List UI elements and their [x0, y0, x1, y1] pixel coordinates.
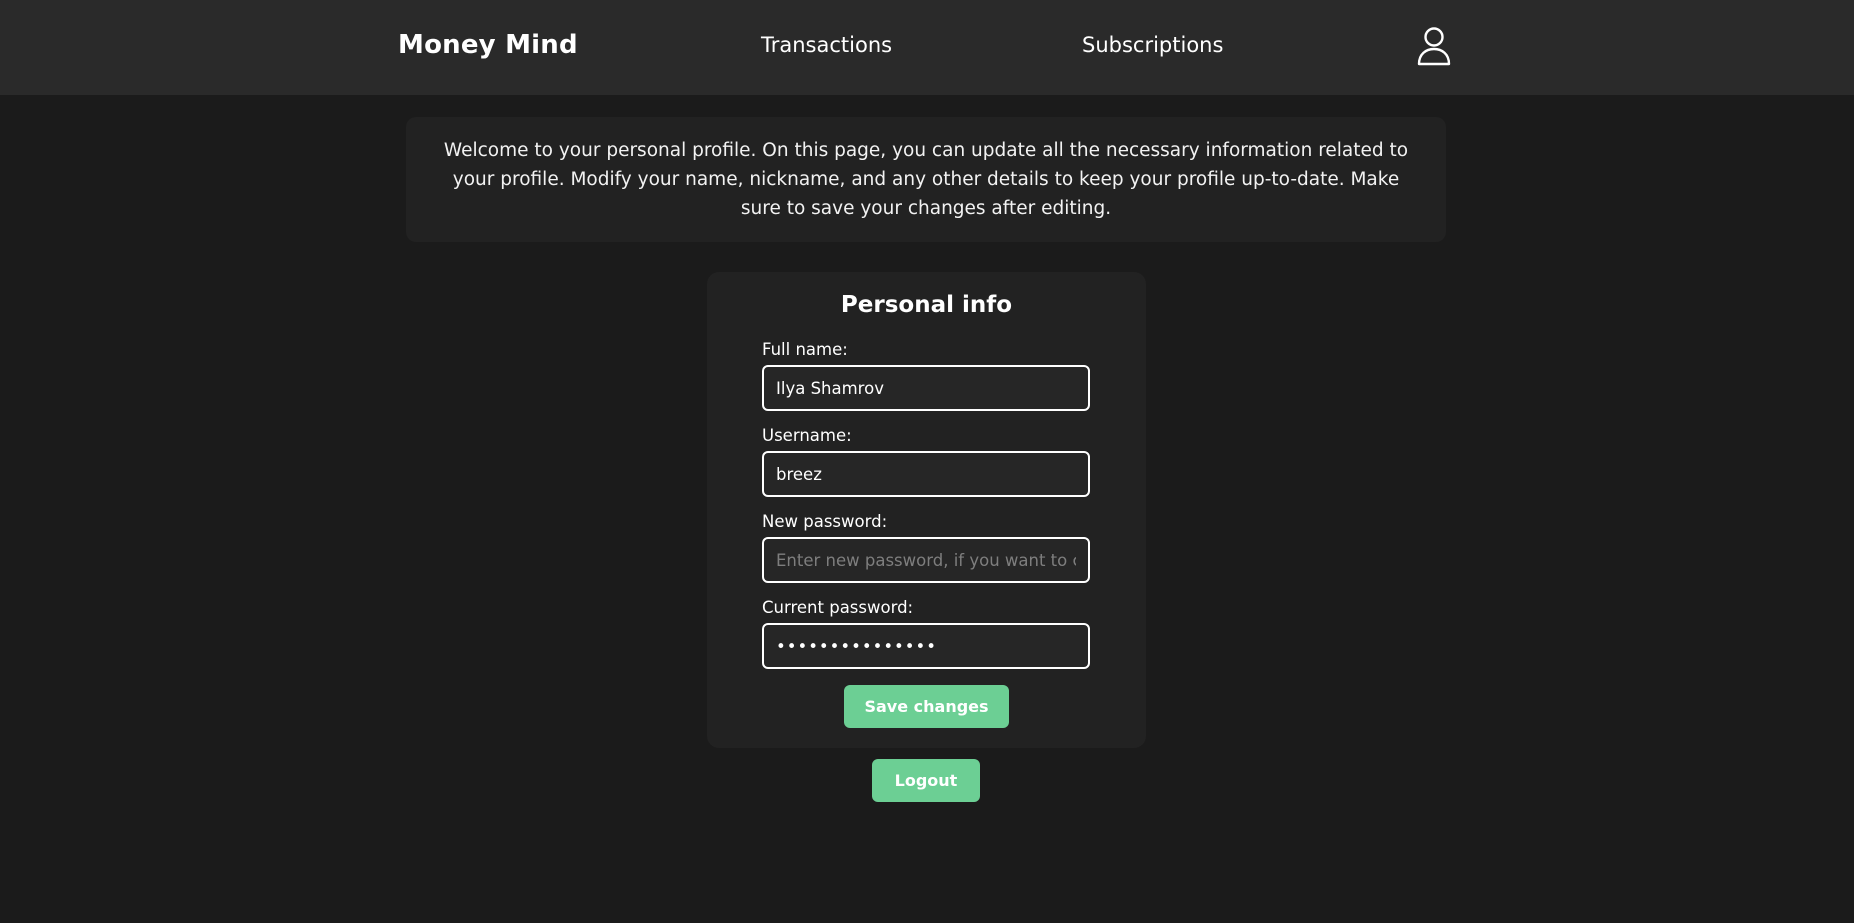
nav-transactions-link[interactable]: Transactions: [761, 33, 892, 57]
save-changes-button[interactable]: Save changes: [844, 685, 1009, 728]
username-input[interactable]: [762, 451, 1090, 497]
current-password-label: Current password:: [762, 598, 914, 617]
new-password-label: New password:: [762, 512, 888, 531]
current-password-input[interactable]: [762, 623, 1090, 669]
full-name-label: Full name:: [762, 340, 848, 359]
profile-button[interactable]: [1416, 26, 1452, 66]
full-name-input[interactable]: [762, 365, 1090, 411]
brand-logo[interactable]: Money Mind: [398, 30, 578, 60]
top-navigation-bar: Money Mind Transactions Subscriptions: [0, 0, 1854, 95]
profile-intro-text: Welcome to your personal profile. On thi…: [443, 140, 1409, 219]
personal-info-title: Personal info: [840, 292, 1013, 318]
nav-subscriptions-link[interactable]: Subscriptions: [1082, 33, 1223, 57]
user-icon: [1417, 27, 1451, 66]
logout-button[interactable]: Logout: [872, 759, 980, 802]
profile-intro-panel: Welcome to your personal profile. On thi…: [406, 117, 1446, 242]
username-label: Username:: [762, 426, 852, 445]
new-password-input[interactable]: [762, 537, 1090, 583]
personal-info-form: Personal info Full name: Username: New p…: [707, 272, 1146, 748]
